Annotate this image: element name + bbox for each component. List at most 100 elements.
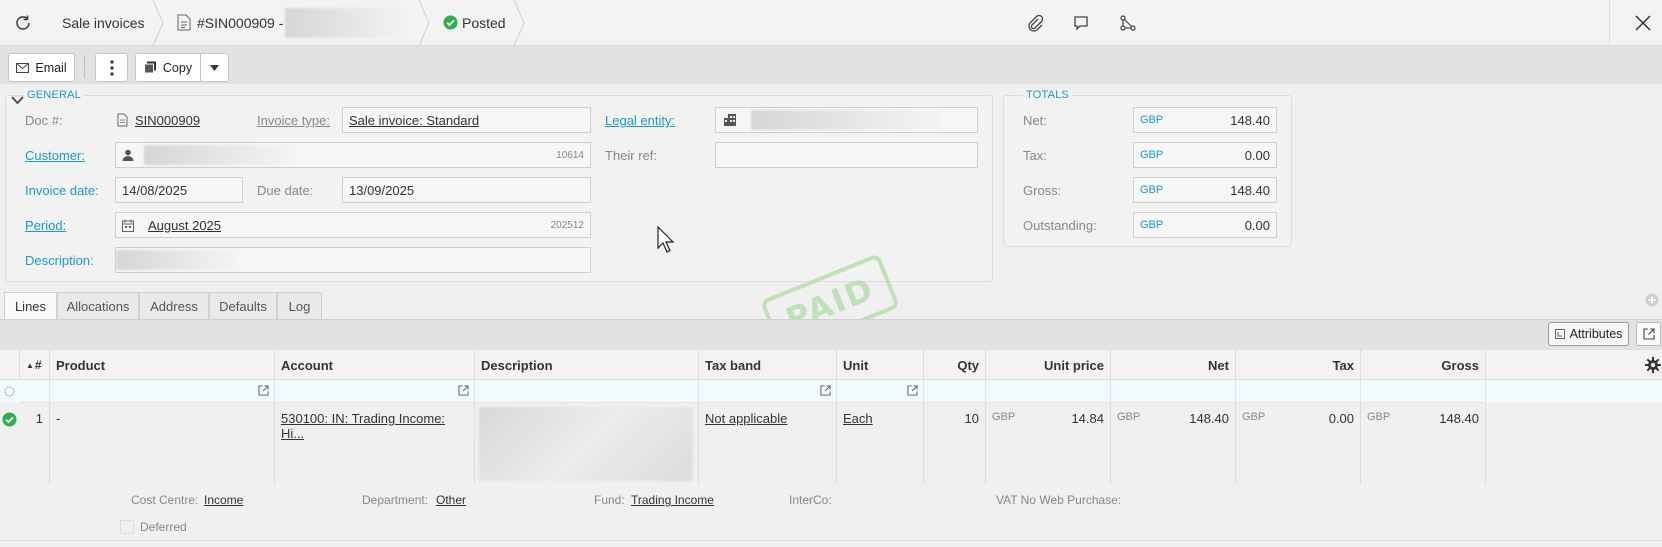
general-legend: GENERAL [24, 89, 84, 101]
customer-code: 10614 [556, 149, 584, 161]
row-product[interactable]: - [50, 403, 275, 485]
filter-unit-price[interactable] [986, 380, 1111, 403]
fund-value[interactable]: Trading Income [631, 493, 714, 507]
header-select [0, 350, 20, 380]
email-label: Email [35, 60, 67, 75]
external-link-icon [820, 385, 831, 396]
redacted-customer [144, 145, 294, 165]
header-gross[interactable]: Gross [1361, 350, 1486, 380]
attributes-button[interactable]: Attributes [1548, 322, 1629, 346]
filter-net[interactable] [1111, 380, 1236, 403]
row-divider [0, 540, 1662, 541]
close-icon[interactable] [1634, 14, 1652, 35]
copy-label: Copy [162, 60, 193, 75]
net-total-value: 148.40 [1230, 112, 1270, 128]
department-value[interactable]: Other [436, 493, 466, 507]
filter-description[interactable] [475, 380, 699, 403]
copy-icon [143, 61, 156, 74]
header-account[interactable]: Account [275, 350, 475, 380]
due-date-label: Due date: [257, 183, 314, 198]
cost-centre-value[interactable]: Income [204, 493, 243, 507]
filter-account[interactable] [275, 380, 475, 403]
doc-number-link[interactable]: SIN000909 [135, 113, 200, 128]
breadcrumb-document[interactable]: #SIN000909 - [197, 0, 283, 46]
external-link-icon [458, 385, 469, 396]
filter-product[interactable] [50, 380, 275, 403]
header-net[interactable]: Net [1111, 350, 1236, 380]
filter-qty[interactable] [924, 380, 986, 403]
customer-field[interactable]: 10614 [115, 142, 591, 168]
row-tax[interactable]: GBP 0.00 [1236, 403, 1361, 485]
tab-log[interactable]: Log [277, 292, 322, 319]
vat-no-web-purchase-label: VAT No Web Purchase: [996, 493, 1122, 507]
popout-button[interactable] [1636, 322, 1661, 346]
interco-label: InterCo: [789, 493, 832, 507]
copy-dropdown-button[interactable] [200, 53, 229, 82]
row-gross[interactable]: GBP 148.40 [1361, 403, 1486, 485]
fund-label: Fund: [594, 493, 625, 507]
legal-entity-label[interactable]: Legal entity: [605, 113, 675, 128]
gross-total-value: 148.40 [1230, 182, 1270, 198]
copy-button[interactable]: Copy [135, 53, 201, 82]
tax-band-link[interactable]: Not applicable [705, 411, 787, 426]
collapse-chevron-icon[interactable] [11, 93, 24, 108]
tab-defaults[interactable]: Defaults [209, 292, 277, 319]
comment-icon[interactable] [1073, 15, 1089, 34]
row-net[interactable]: GBP 148.40 [1111, 403, 1236, 485]
redacted-customer-name [285, 8, 413, 38]
more-options-button[interactable] [95, 53, 128, 82]
paperclip-icon[interactable] [1026, 14, 1044, 35]
period-field[interactable]: August 2025 202512 [115, 212, 591, 238]
filter-gross[interactable] [1361, 380, 1486, 403]
header-tax[interactable]: Tax [1236, 350, 1361, 380]
their-ref-field[interactable] [715, 142, 978, 168]
filter-row-number[interactable] [20, 380, 50, 403]
tab-allocations[interactable]: Allocations [57, 292, 139, 319]
share-icon[interactable] [1119, 14, 1137, 35]
period-label[interactable]: Period: [25, 218, 66, 233]
row-unit[interactable]: Each [837, 403, 924, 485]
vertical-ellipsis-icon [109, 59, 114, 76]
filter-tax[interactable] [1236, 380, 1361, 403]
invoice-type-label[interactable]: Invoice type: [257, 113, 330, 128]
header-qty[interactable]: Qty [924, 350, 986, 380]
unit-link[interactable]: Each [843, 411, 873, 426]
deferred-checkbox[interactable] [120, 520, 134, 534]
invoice-date-field[interactable]: 14/08/2025 [115, 177, 243, 203]
add-circle-icon[interactable] [1645, 293, 1659, 310]
header-tax-band[interactable]: Tax band [699, 350, 837, 380]
header-unit-price[interactable]: Unit price [986, 350, 1111, 380]
grid-settings-gear-icon[interactable] [1645, 357, 1661, 376]
filter-tax-band[interactable] [699, 380, 837, 403]
filter-unit[interactable] [837, 380, 924, 403]
header-unit[interactable]: Unit [837, 350, 924, 380]
row-qty[interactable]: 10 [924, 403, 986, 485]
header-row-number[interactable]: ▲ # [20, 350, 50, 380]
account-link[interactable]: 530100: IN: Trading Income: Hi... [281, 411, 445, 441]
due-date-field[interactable]: 13/09/2025 [342, 177, 591, 203]
currency-code: GBP [1140, 114, 1164, 126]
row-unit-price[interactable]: GBP 14.84 [986, 403, 1111, 485]
description-field[interactable] [115, 247, 591, 273]
row-account[interactable]: 530100: IN: Trading Income: Hi... [275, 403, 475, 485]
redacted-description [116, 250, 236, 270]
refresh-icon[interactable] [13, 13, 33, 33]
period-value[interactable]: August 2025 [148, 218, 221, 233]
description-label: Description: [25, 253, 94, 268]
header-description[interactable]: Description [475, 350, 699, 380]
customer-label[interactable]: Customer: [25, 148, 85, 163]
filter-radio-icon[interactable] [4, 385, 15, 400]
legal-entity-field[interactable] [715, 107, 978, 133]
tab-address[interactable]: Address [139, 292, 209, 319]
attributes-label: Attributes [1569, 327, 1623, 341]
invoice-type-field[interactable]: Sale invoice: Standard [342, 107, 591, 133]
currency-code: GBP [1140, 149, 1164, 161]
breadcrumb-module[interactable]: Sale invoices [62, 0, 145, 46]
row-description[interactable] [475, 403, 699, 485]
email-button[interactable]: Email [8, 53, 75, 82]
gross-total-label: Gross: [1023, 183, 1062, 198]
redacted-description [479, 407, 693, 481]
header-product[interactable]: Product [50, 350, 275, 380]
tab-lines[interactable]: Lines [4, 292, 57, 320]
row-tax-band[interactable]: Not applicable [699, 403, 837, 485]
